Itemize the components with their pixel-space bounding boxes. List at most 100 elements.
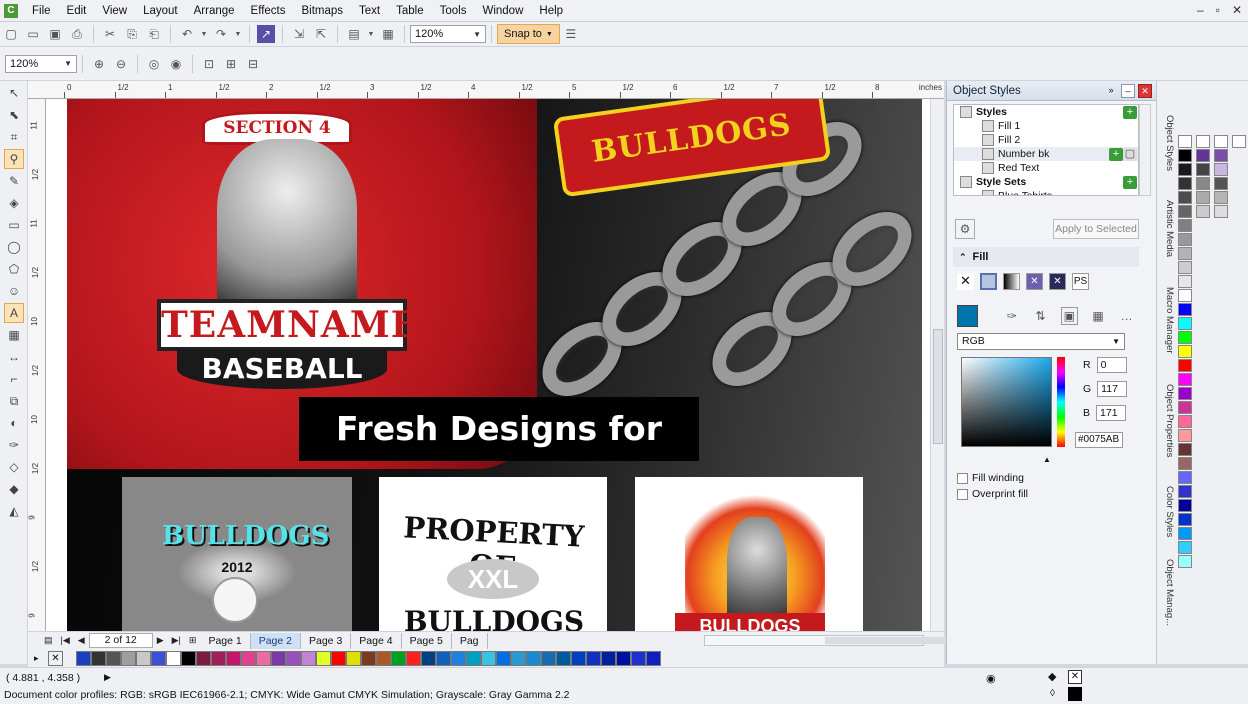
palette-swatch[interactable] xyxy=(1196,205,1210,218)
palette-swatch[interactable] xyxy=(256,650,271,666)
docker-tab[interactable]: Artistic Media xyxy=(1159,189,1175,269)
palette-swatch[interactable] xyxy=(1178,513,1192,526)
docker-tab[interactable]: Object Properties xyxy=(1159,371,1175,471)
palette-swatch[interactable] xyxy=(1196,135,1210,148)
copy-icon[interactable]: ⎘ xyxy=(123,25,141,43)
palette-swatch[interactable] xyxy=(151,650,166,666)
palette-swatch[interactable] xyxy=(226,650,241,666)
palette-swatch[interactable] xyxy=(346,650,361,666)
palette-swatch[interactable] xyxy=(1178,471,1192,484)
page-tab[interactable]: Page 2 xyxy=(250,632,301,649)
color-viewer-icon[interactable]: ▣ xyxy=(1060,307,1078,325)
palette-swatch[interactable] xyxy=(331,650,346,666)
document-icon[interactable]: ▤ xyxy=(44,635,53,646)
zoom-tool-icon[interactable]: ⚲ xyxy=(4,149,24,169)
print-icon[interactable]: ⎙ xyxy=(68,25,86,43)
palette-swatch[interactable] xyxy=(1178,303,1192,316)
panel-minimize-icon[interactable]: – xyxy=(1121,83,1135,98)
tree-scrollbar[interactable] xyxy=(1139,104,1151,196)
menu-item-file[interactable]: File xyxy=(24,5,59,17)
apply-to-selected-button[interactable]: Apply to Selected xyxy=(1053,219,1139,239)
palette-swatch[interactable] xyxy=(196,650,211,666)
next-page-icon[interactable]: ▶ xyxy=(157,635,164,646)
hex-input[interactable]: #0075AB xyxy=(1075,432,1123,448)
search-content-icon[interactable]: ↗ xyxy=(257,25,275,43)
palette-swatch[interactable] xyxy=(1178,457,1192,470)
fountain-fill-icon[interactable] xyxy=(1003,272,1020,290)
palette-swatch[interactable] xyxy=(1178,345,1192,358)
ellipse-tool-icon[interactable]: ◯ xyxy=(4,237,24,257)
menu-item-view[interactable]: View xyxy=(94,5,135,17)
connector-tool-icon[interactable]: ⌐ xyxy=(4,369,24,389)
palette-swatch[interactable] xyxy=(271,650,286,666)
palette-swatch[interactable] xyxy=(1178,541,1192,554)
redo-icon[interactable]: ↷ xyxy=(212,25,230,43)
zoom-level-combo[interactable]: 120% ▼ xyxy=(5,54,77,73)
save-icon[interactable]: ▣ xyxy=(46,25,64,43)
fill-color-swatch[interactable] xyxy=(957,305,978,327)
new-icon[interactable]: ▢ xyxy=(2,25,20,43)
palette-swatch[interactable] xyxy=(1178,275,1192,288)
page-tab[interactable]: Pag xyxy=(452,632,488,649)
blend-tool-icon[interactable]: ⧉ xyxy=(4,391,24,411)
add-child-icon[interactable]: + xyxy=(1109,148,1123,161)
palette-swatch[interactable] xyxy=(1196,177,1210,190)
add-styleset-icon[interactable]: + xyxy=(1123,176,1137,189)
palette-swatch[interactable] xyxy=(1178,331,1192,344)
palette-swatch[interactable] xyxy=(301,650,316,666)
g-input[interactable]: 117 xyxy=(1097,381,1128,397)
no-fill-icon[interactable]: ✕ xyxy=(957,272,974,290)
palette-swatch[interactable] xyxy=(1178,415,1192,428)
palette-swatch[interactable] xyxy=(1178,205,1192,218)
horizontal-scrollbar[interactable] xyxy=(704,635,985,646)
undo-dropdown-icon[interactable]: ▼ xyxy=(200,25,208,43)
palette-swatch[interactable] xyxy=(406,650,421,666)
expand-icon[interactable]: ▶ xyxy=(104,672,111,683)
palette-swatch[interactable] xyxy=(106,650,121,666)
palette-swatch[interactable] xyxy=(436,650,451,666)
freehand-tool-icon[interactable]: ✎ xyxy=(4,171,24,191)
scroll-thumb[interactable] xyxy=(933,329,943,444)
redo-dropdown-icon[interactable]: ▼ xyxy=(234,25,242,43)
close-button[interactable]: ✕ xyxy=(1232,3,1242,17)
palette-swatch[interactable] xyxy=(1178,247,1192,260)
palette-swatch[interactable] xyxy=(1196,191,1210,204)
crop-tool-icon[interactable]: ⌗ xyxy=(4,127,24,147)
texture-fill-icon[interactable]: ✕ xyxy=(1049,272,1066,290)
eyedropper-tool-icon[interactable]: ✑ xyxy=(4,435,24,455)
last-page-icon[interactable]: ▶| xyxy=(172,635,181,646)
menu-item-effects[interactable]: Effects xyxy=(243,5,294,17)
palette-swatch[interactable] xyxy=(1178,527,1192,540)
palette-swatch[interactable] xyxy=(1178,261,1192,274)
welcome-screen-icon[interactable]: ▦ xyxy=(379,25,397,43)
palette-swatch[interactable] xyxy=(181,650,196,666)
palette-swatch[interactable] xyxy=(91,650,106,666)
palette-swatch[interactable] xyxy=(1196,163,1210,176)
menu-item-help[interactable]: Help xyxy=(531,5,571,17)
uniform-fill-icon[interactable] xyxy=(980,272,997,290)
menu-item-layout[interactable]: Layout xyxy=(135,5,186,17)
text-tool-icon[interactable]: A xyxy=(4,303,24,323)
tree-item[interactable]: Style Sets xyxy=(954,175,1138,189)
palette-swatch[interactable] xyxy=(376,650,391,666)
palette-swatch[interactable] xyxy=(1214,191,1228,204)
hue-slider[interactable] xyxy=(1057,357,1065,447)
tree-item[interactable]: Fill 1 xyxy=(954,119,1138,133)
undo-icon[interactable]: ↶ xyxy=(178,25,196,43)
palette-swatch[interactable] xyxy=(1214,205,1228,218)
palette-swatch[interactable] xyxy=(631,650,646,666)
import-icon[interactable]: ⇲ xyxy=(290,25,308,43)
color-picker-area[interactable] xyxy=(961,357,1052,447)
palette-swatch[interactable] xyxy=(1178,387,1192,400)
basic-shapes-icon[interactable]: ☺ xyxy=(4,281,24,301)
r-input[interactable]: 0 xyxy=(1096,357,1127,373)
tree-item[interactable]: Styles xyxy=(954,105,1138,119)
palette-swatch[interactable] xyxy=(1178,555,1192,568)
application-launcher-icon[interactable]: ▤ xyxy=(345,25,363,43)
palette-swatch[interactable] xyxy=(1178,149,1192,162)
dimension-tool-icon[interactable]: ↔ xyxy=(4,347,24,367)
palette-swatch[interactable] xyxy=(1214,163,1228,176)
menu-item-table[interactable]: Table xyxy=(388,5,432,17)
expand-arrow-icon[interactable]: ▲ xyxy=(1043,455,1051,464)
launcher-dropdown-icon[interactable]: ▼ xyxy=(367,25,375,43)
